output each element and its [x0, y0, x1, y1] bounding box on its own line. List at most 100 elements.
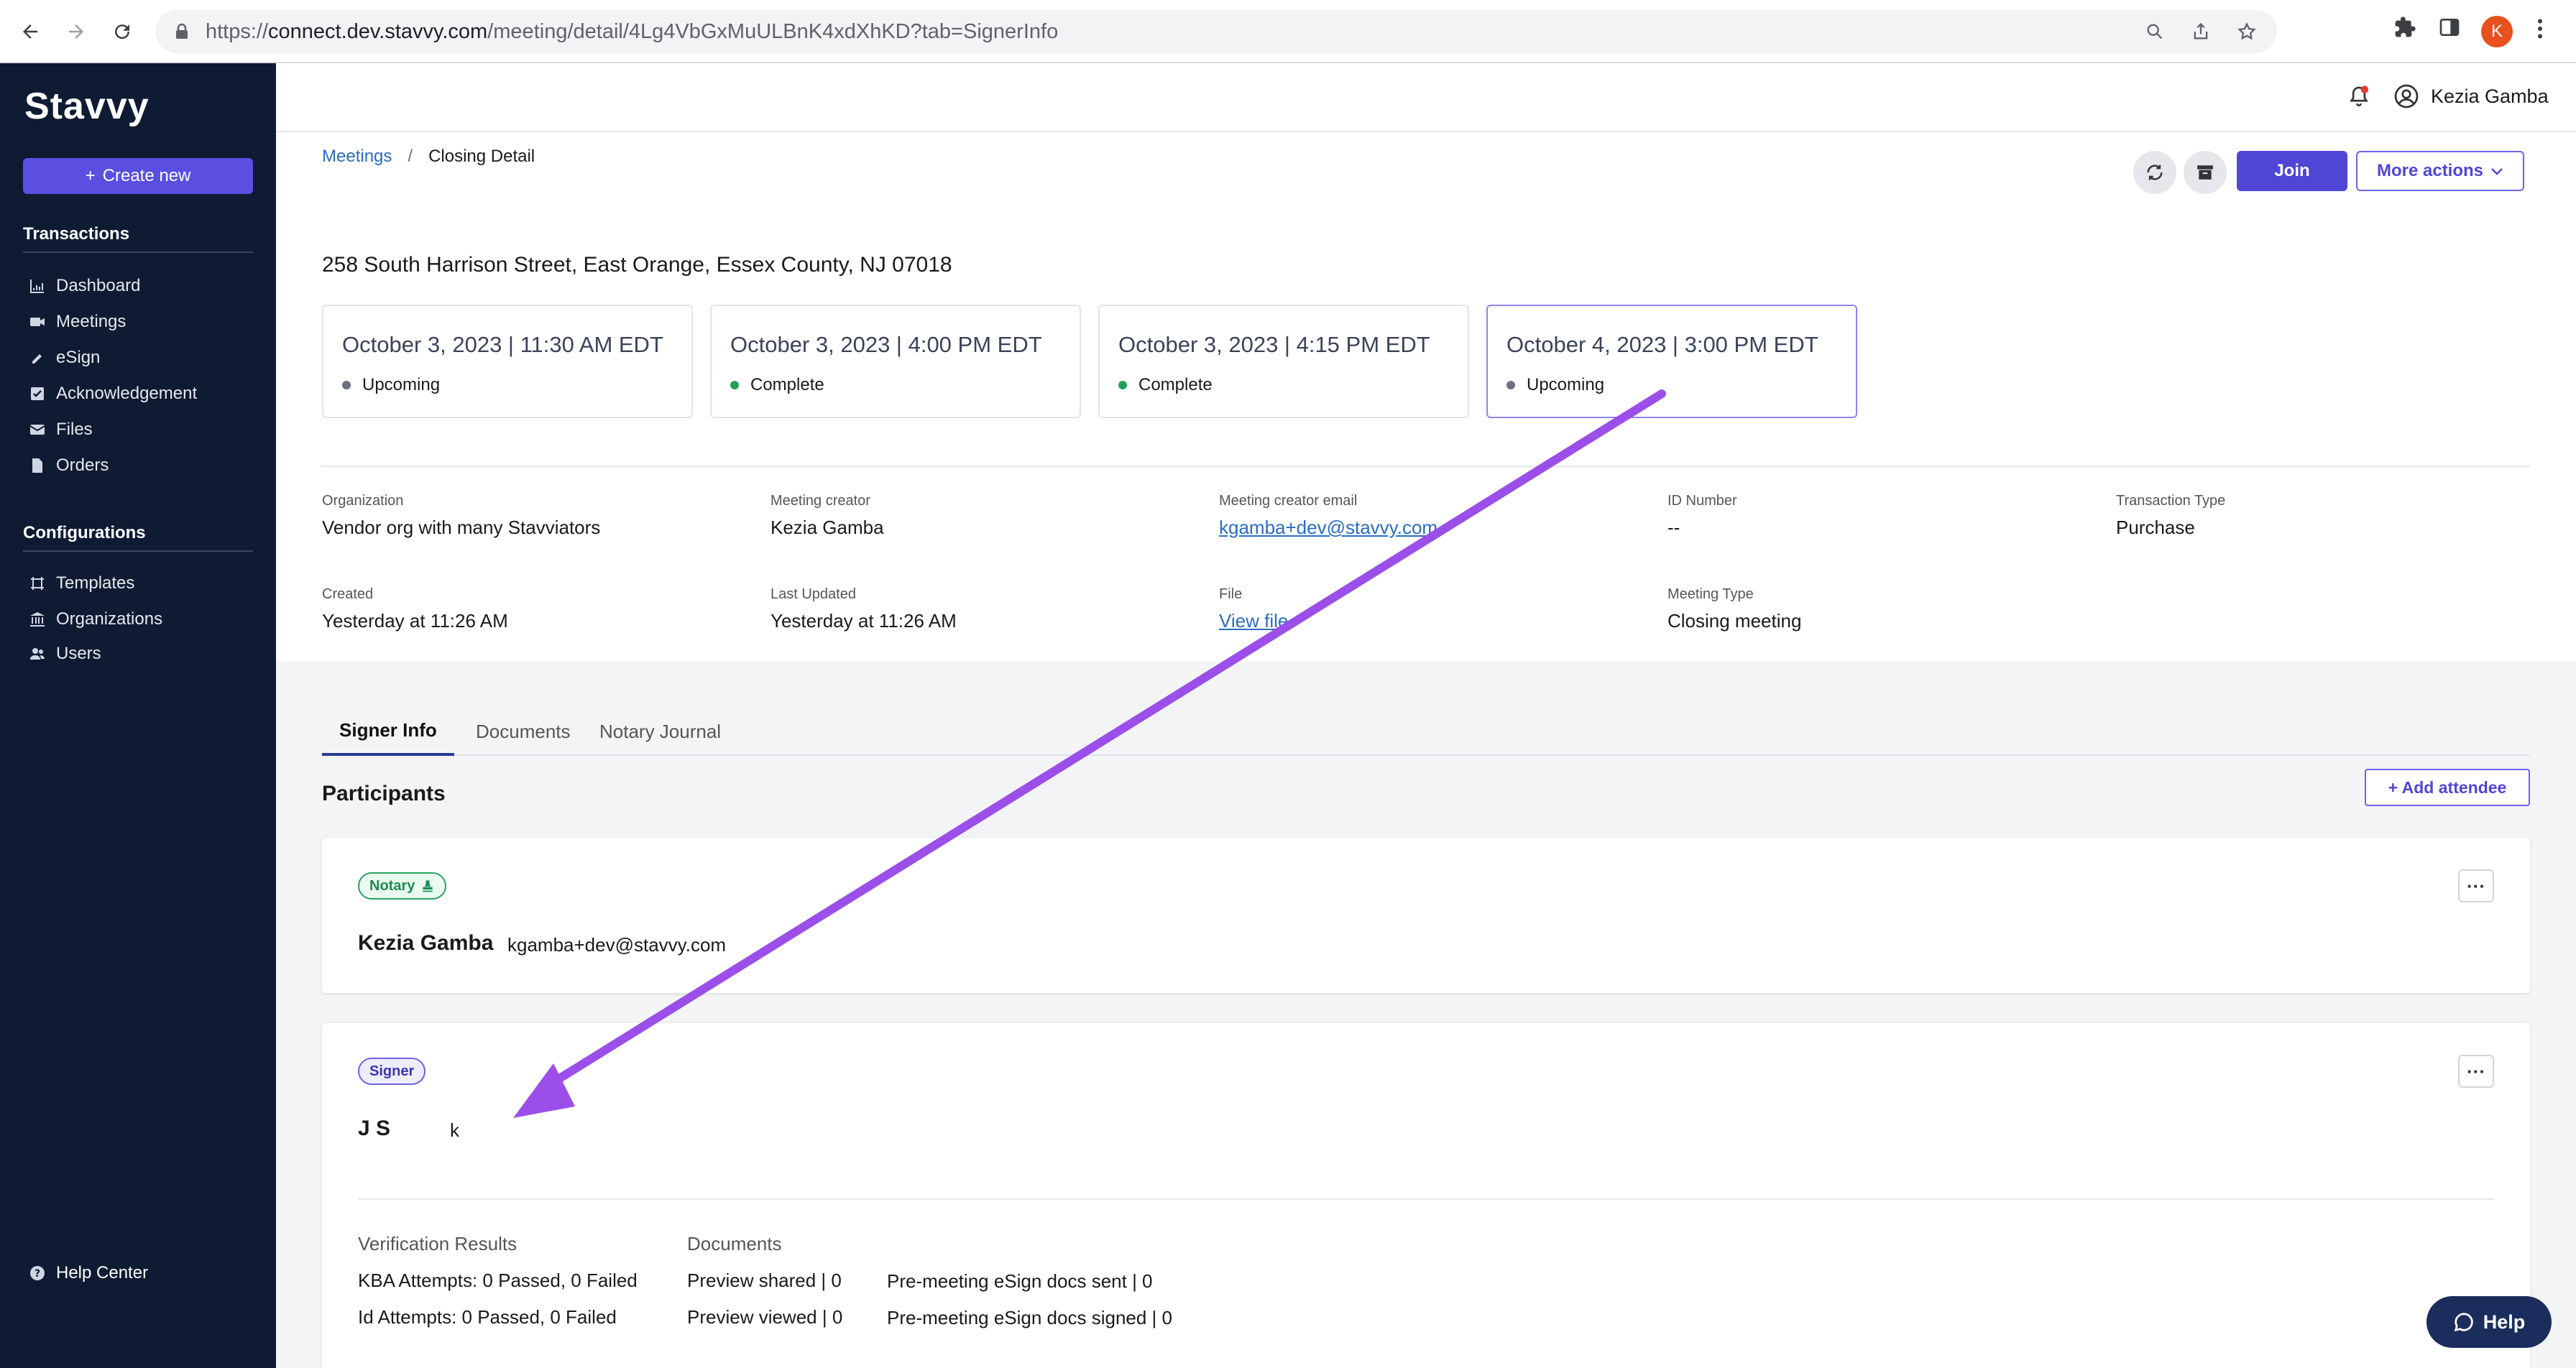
sidebar: Stavvy + Create new Transactions Dashboa…	[0, 63, 276, 1368]
refresh-button[interactable]	[2133, 151, 2176, 194]
sidebar-item-acknowledgement[interactable]: Acknowledgement	[29, 379, 197, 408]
top-header: Kezia Gamba	[276, 63, 2576, 132]
signature-icon	[31, 354, 44, 364]
status-dot	[342, 381, 351, 389]
participant-email: kgamba+dev@stavvy.com	[507, 934, 727, 956]
participant-name: J S	[358, 1117, 391, 1140]
bank-icon	[30, 612, 45, 627]
meta-organization: Organization Vendor org with many Stavvia…	[322, 493, 601, 538]
breadcrumb: Meetings / Closing Detail	[322, 147, 535, 167]
tab-documents[interactable]: Documents	[459, 707, 588, 756]
meta-file: File View file	[1219, 586, 1289, 632]
archive-icon	[2197, 165, 2213, 180]
meeting-datetime: October 4, 2023 | 3:00 PM EDT	[1506, 332, 1818, 357]
video-icon	[30, 318, 45, 326]
star-icon[interactable]	[2237, 22, 2257, 42]
address-bar[interactable]: https://connect.dev.stavvy.com/meeting/d…	[155, 10, 2277, 53]
signer-options-button[interactable]: ···	[2458, 1055, 2494, 1088]
meeting-status: Complete	[730, 375, 824, 395]
share-icon[interactable]	[2191, 22, 2211, 42]
users-icon	[30, 648, 45, 660]
participants-heading: Participants	[322, 782, 446, 805]
chart-icon	[30, 279, 44, 293]
extensions-icon[interactable]	[2393, 16, 2416, 42]
status-dot	[730, 381, 739, 389]
add-attendee-button[interactable]: + Add attendee	[2365, 769, 2530, 806]
template-icon	[31, 577, 44, 590]
creator-email-link[interactable]: kgamba+dev@stavvy.com	[1219, 517, 1438, 539]
meeting-datetime: October 3, 2023 | 11:30 AM EDT	[342, 332, 663, 357]
refresh-icon	[2147, 165, 2163, 180]
envelope-icon	[29, 425, 45, 435]
create-new-button[interactable]: + Create new	[23, 158, 253, 194]
notary-options-button[interactable]: ···	[2458, 869, 2494, 902]
documents-stats: Documents Preview shared | 0 Preview vie…	[687, 1233, 843, 1328]
file-icon	[32, 458, 42, 473]
plus-icon: +	[85, 166, 96, 185]
sidebar-item-orders[interactable]: Orders	[29, 451, 109, 480]
view-file-link[interactable]: View file	[1219, 610, 1288, 632]
menu-dots-icon[interactable]	[2533, 16, 2547, 45]
join-button[interactable]: Join	[2237, 151, 2347, 191]
meta-created: Created Yesterday at 11:26 AM	[322, 586, 508, 632]
url-text: https://connect.dev.stavvy.com/meeting/d…	[206, 20, 1059, 43]
question-icon: ?	[30, 1266, 45, 1280]
card-divider	[358, 1198, 2494, 1200]
section-divider	[322, 466, 2530, 467]
checkbox-icon	[31, 387, 44, 400]
help-chat-button[interactable]: Help	[2426, 1296, 2552, 1348]
participant-name: Kezia Gamba	[358, 931, 494, 955]
sidebar-item-users[interactable]: Users	[29, 639, 101, 668]
user-name: Kezia Gamba	[2431, 85, 2549, 107]
meeting-status: Upcoming	[1506, 375, 1604, 395]
meta-creator: Meeting creator Kezia Gamba	[770, 493, 884, 538]
sidebar-item-dashboard[interactable]: Dashboard	[29, 272, 140, 300]
meeting-datetime: October 3, 2023 | 4:15 PM EDT	[1118, 332, 1430, 357]
sidepanel-icon[interactable]	[2438, 16, 2461, 42]
user-menu[interactable]: Kezia Gamba	[2393, 83, 2549, 109]
notary-badge: Notary	[358, 872, 447, 900]
archive-button[interactable]	[2184, 151, 2227, 194]
breadcrumb-meetings[interactable]: Meetings	[322, 147, 392, 167]
back-icon[interactable]	[14, 16, 46, 47]
meeting-datetime: October 3, 2023 | 4:00 PM EDT	[730, 332, 1042, 357]
tab-signer-info[interactable]: Signer Info	[322, 707, 454, 756]
more-actions-button[interactable]: More actions	[2356, 151, 2524, 191]
transactions-heading: Transactions	[23, 224, 253, 253]
meeting-card-selected[interactable]: October 4, 2023 | 3:00 PM EDT Upcoming	[1486, 305, 1857, 418]
reload-icon[interactable]	[106, 16, 138, 47]
stavvy-logo[interactable]: Stavvy	[24, 85, 150, 128]
sidebar-item-templates[interactable]: Templates	[29, 569, 134, 598]
stamp-icon	[423, 880, 433, 892]
meeting-card[interactable]: October 3, 2023 | 4:00 PM EDT Complete	[710, 305, 1081, 418]
chat-icon	[2454, 1313, 2473, 1332]
forward-icon[interactable]	[60, 16, 92, 47]
signer-badge: Signer	[358, 1058, 426, 1085]
meeting-card[interactable]: October 3, 2023 | 11:30 AM EDT Upcoming	[322, 305, 693, 418]
participant-card-signer: Signer ··· J S k Verification Results KB…	[322, 1023, 2530, 1368]
meeting-status: Upcoming	[342, 375, 440, 395]
participant-email: k	[450, 1119, 459, 1141]
verification-results: Verification Results KBA Attempts: 0 Pas…	[358, 1233, 638, 1328]
svg-text:?: ?	[34, 1268, 40, 1280]
browser-toolbar: https://connect.dev.stavvy.com/meeting/d…	[0, 0, 2576, 63]
tab-notary-journal[interactable]: Notary Journal	[582, 707, 738, 756]
meta-meeting-type: Meeting Type Closing meeting	[1668, 586, 1802, 632]
property-address: 258 South Harrison Street, East Orange, …	[322, 253, 952, 277]
notification-bell-icon[interactable]	[2347, 85, 2370, 113]
sidebar-item-meetings[interactable]: Meetings	[29, 308, 126, 336]
sidebar-item-files[interactable]: Files	[29, 415, 93, 444]
configurations-heading: Configurations	[23, 523, 253, 552]
tab-bar: Signer Info Documents Notary Journal	[322, 707, 2530, 756]
main-content: Meetings / Closing Detail Join More acti…	[276, 132, 2576, 1368]
user-circle-icon	[2394, 84, 2419, 108]
help-center-link[interactable]: ? Help Center	[29, 1263, 148, 1283]
profile-avatar[interactable]: K	[2481, 16, 2513, 47]
meeting-card[interactable]: October 3, 2023 | 4:15 PM EDT Complete	[1098, 305, 1469, 418]
sidebar-item-esign[interactable]: eSign	[29, 343, 100, 372]
esign-stats: Pre-meeting eSign docs sent | 0 Pre-meet…	[887, 1270, 1172, 1328]
meta-id-number: ID Number --	[1668, 493, 1737, 538]
zoom-icon[interactable]	[2145, 22, 2165, 42]
sidebar-item-organizations[interactable]: Organizations	[29, 605, 162, 634]
meta-last-updated: Last Updated Yesterday at 11:26 AM	[770, 586, 957, 632]
